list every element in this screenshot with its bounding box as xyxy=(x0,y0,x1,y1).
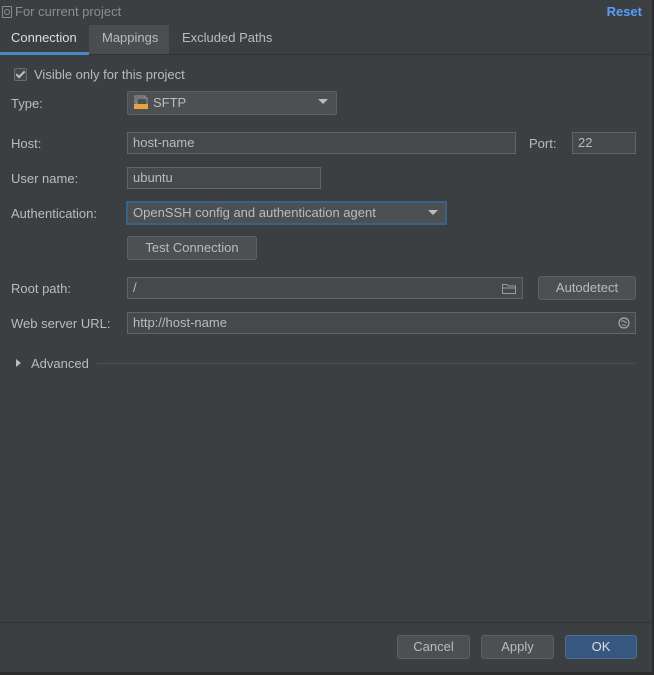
chevron-down-icon xyxy=(318,99,328,104)
root-path-value: / xyxy=(133,280,137,295)
tab-bar: Connection Mappings Excluded Paths xyxy=(0,25,652,55)
reset-link[interactable]: Reset xyxy=(607,4,642,19)
authentication-label: Authentication: xyxy=(11,206,98,221)
username-label: User name: xyxy=(11,171,79,186)
authentication-combo[interactable]: OpenSSH config and authentication agent xyxy=(126,201,447,225)
root-path-label: Root path: xyxy=(11,281,71,296)
web-server-url-label: Web server URL: xyxy=(11,316,111,331)
autodetect-button[interactable]: Autodetect xyxy=(538,276,636,300)
port-input[interactable]: 22 xyxy=(572,132,636,154)
globe-icon[interactable] xyxy=(618,317,630,329)
type-label: Type: xyxy=(11,96,43,111)
host-input[interactable]: host-name xyxy=(127,132,516,154)
visible-only-checkbox[interactable] xyxy=(14,68,27,81)
type-value: SFTP xyxy=(153,95,187,110)
web-server-url-input[interactable]: http://host-name xyxy=(127,312,636,334)
test-connection-button[interactable]: Test Connection xyxy=(127,236,257,260)
web-server-url-value: http://host-name xyxy=(133,315,227,330)
project-scope-icon xyxy=(2,5,12,18)
project-scope: For current project xyxy=(2,4,121,19)
port-label: Port: xyxy=(529,136,557,151)
ok-button[interactable]: OK xyxy=(565,635,637,659)
sftp-icon xyxy=(134,95,148,109)
folder-icon[interactable] xyxy=(502,283,516,294)
tab-excluded-paths[interactable]: Excluded Paths xyxy=(171,25,283,54)
project-scope-label: For current project xyxy=(15,4,122,19)
chevron-down-icon xyxy=(428,210,438,215)
apply-button[interactable]: Apply xyxy=(481,635,554,659)
visible-only-label: Visible only for this project xyxy=(34,67,185,82)
advanced-divider xyxy=(97,363,635,364)
root-path-input[interactable]: / xyxy=(127,277,523,299)
authentication-value: OpenSSH config and authentication agent xyxy=(133,205,376,220)
advanced-toggle[interactable]: Advanced xyxy=(31,356,89,371)
tab-connection[interactable]: Connection xyxy=(0,25,89,55)
top-strip: For current project Reset xyxy=(0,0,654,25)
username-input[interactable]: ubuntu xyxy=(127,167,321,189)
advanced-expand-icon[interactable] xyxy=(16,359,21,367)
footer-divider xyxy=(0,622,652,623)
tab-mappings[interactable]: Mappings xyxy=(89,25,169,54)
cancel-button[interactable]: Cancel xyxy=(397,635,470,659)
host-label: Host: xyxy=(11,136,42,151)
type-combo[interactable]: SFTP xyxy=(127,91,337,115)
